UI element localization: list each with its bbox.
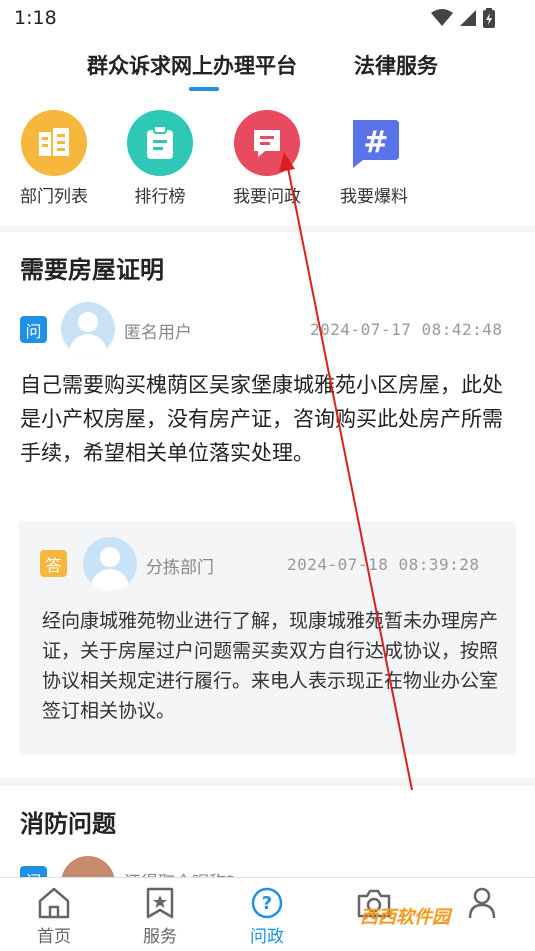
shortcut-department-list[interactable]: 部门列表 — [4, 110, 104, 207]
wifi-icon — [431, 9, 453, 26]
nav-label: 首页 — [37, 927, 71, 947]
question-badge: 问 — [20, 316, 47, 343]
shortcut-report[interactable]: # 我要爆料 — [324, 110, 424, 207]
nav-home[interactable]: 首页 — [14, 886, 94, 947]
avatar — [61, 302, 115, 356]
shortcut-ask-government[interactable]: 我要问政 — [217, 110, 317, 207]
clipboard-icon — [127, 110, 193, 176]
department-name: 分拣部门 — [146, 558, 214, 578]
post-title: 需要房屋证明 — [20, 256, 164, 284]
star-bookmark-icon — [120, 886, 200, 920]
nav-ask[interactable]: ? 问政 — [227, 886, 307, 947]
status-icons — [431, 8, 495, 28]
shortcut-row: 部门列表 排行榜 我要问政 # 我要爆料 — [0, 96, 535, 226]
nav-label: 服务 — [143, 927, 177, 947]
nav-profile[interactable] — [442, 886, 522, 922]
answer-badge: 答 — [40, 550, 67, 577]
home-icon — [14, 886, 94, 920]
answer-content: 经向康城雅苑物业进行了解，现康城雅苑暂未办理房产证，关于房屋过户问题需买卖双方自… — [42, 610, 499, 722]
post-card[interactable]: 消防问题 问 还得取个昵称? — [0, 786, 535, 910]
battery-icon — [483, 8, 495, 28]
nav-services[interactable]: 服务 — [120, 886, 200, 947]
post-date: 2024-07-17 08:42:48 — [310, 320, 503, 339]
status-bar: 1:18 — [0, 0, 535, 38]
watermark-text: 西西软件园 — [360, 907, 450, 928]
user-name: 匿名用户 — [124, 323, 192, 343]
signal-icon — [460, 10, 476, 26]
shortcut-label: 排行榜 — [134, 187, 186, 207]
answer-box: 答 分拣部门 2024-07-18 08:39:28 经向康城雅苑物业进行了解，… — [19, 521, 516, 755]
tab-legal-services[interactable]: 法律服务 — [354, 50, 438, 80]
avatar — [83, 537, 137, 591]
bottom-nav: 首页 服务 ? 问政 — [0, 877, 535, 951]
building-icon — [21, 110, 87, 176]
tab-petition-platform[interactable]: 群众诉求网上办理平台 — [87, 50, 297, 80]
post-title: 消防问题 — [20, 810, 116, 838]
nav-label: 问政 — [250, 927, 284, 947]
shortcut-label: 我要爆料 — [340, 187, 408, 207]
shortcut-label: 部门列表 — [20, 187, 88, 207]
question-icon: ? — [227, 886, 307, 920]
svg-text:?: ? — [262, 893, 272, 914]
hashtag-icon: # — [341, 110, 407, 176]
top-tab-bar: 群众诉求网上办理平台 法律服务 — [0, 38, 535, 96]
active-tab-indicator — [189, 87, 219, 91]
status-time: 1:18 — [14, 7, 57, 29]
post-card[interactable]: 需要房屋证明 问 匿名用户 2024-07-17 08:42:48 自己需要购买… — [0, 232, 535, 778]
shortcut-label: 我要问政 — [233, 187, 301, 207]
question-content: 自己需要购买槐荫区吴家堡康城雅苑小区房屋，此处是小产权房屋，没有房产证，咨询购买… — [20, 373, 503, 465]
shortcut-ranking[interactable]: 排行榜 — [110, 110, 210, 207]
answer-date: 2024-07-18 08:39:28 — [287, 555, 480, 574]
message-icon — [234, 110, 300, 176]
person-icon — [442, 886, 522, 920]
svg-text:#: # — [363, 125, 388, 160]
